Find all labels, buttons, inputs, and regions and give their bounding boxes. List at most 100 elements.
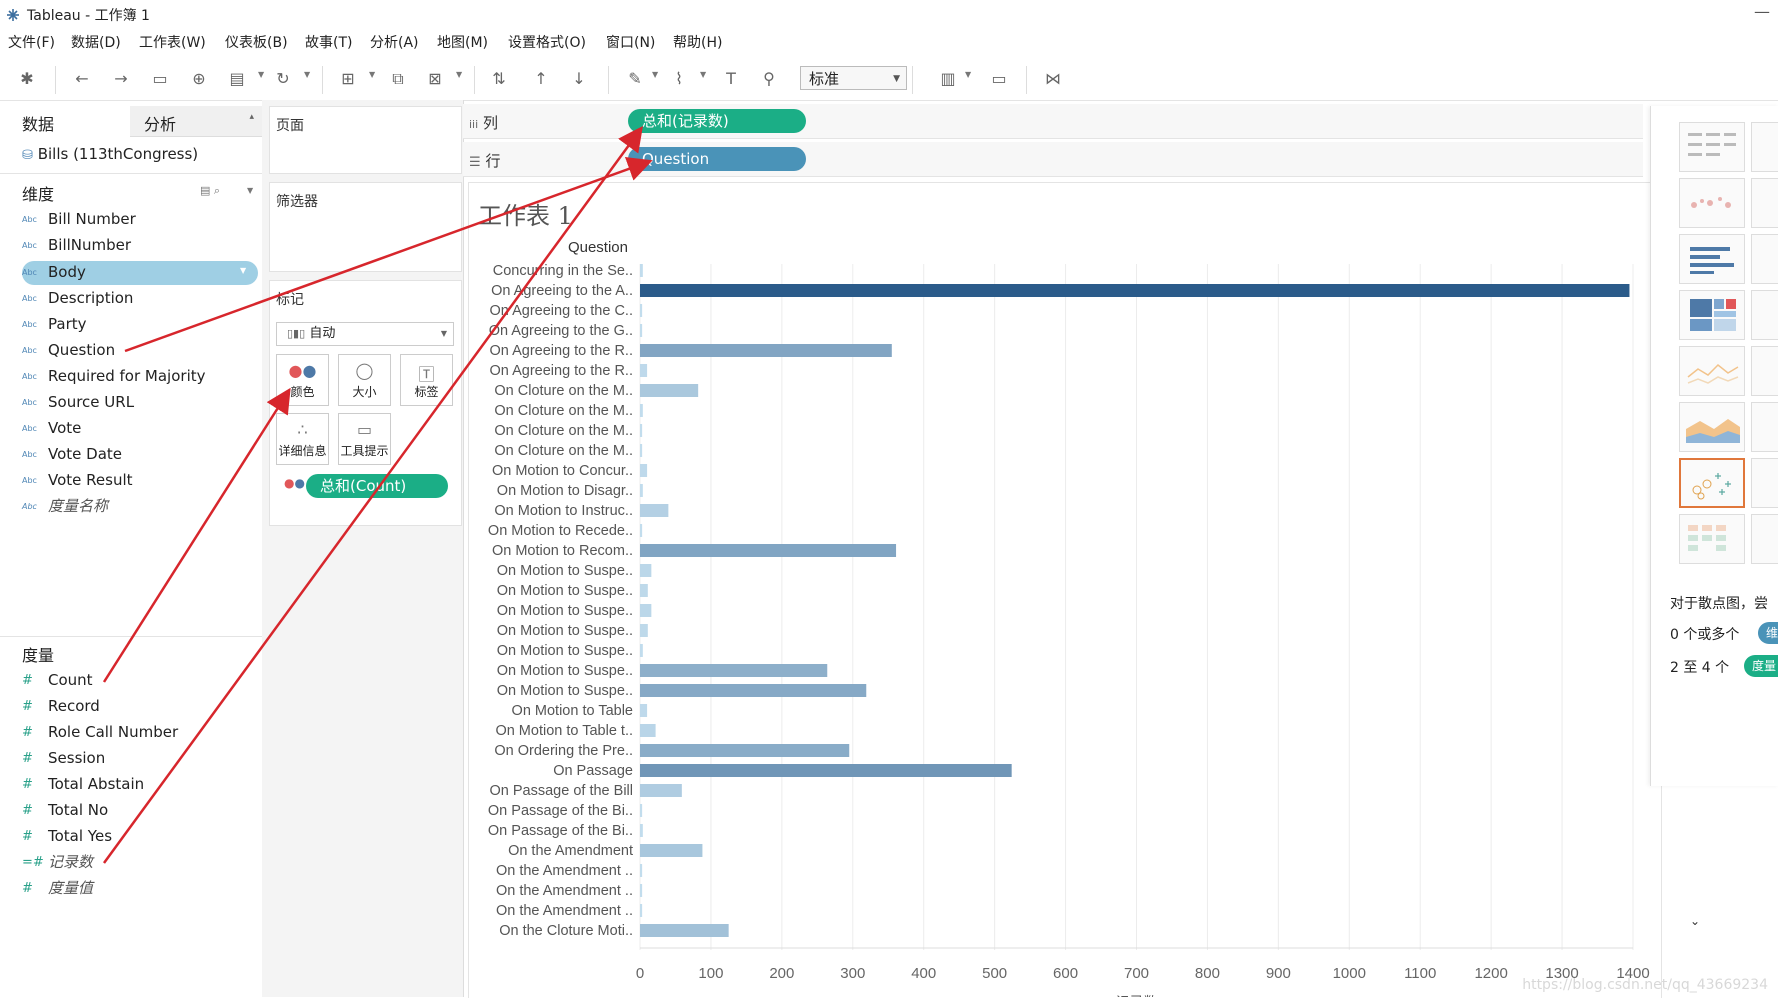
dimension-body[interactable]: Abc Body bbox=[22, 261, 86, 283]
chart-type-area[interactable] bbox=[1679, 402, 1745, 452]
menu-worksheet[interactable]: 工作表(W) bbox=[139, 32, 206, 52]
dimension-vote[interactable]: Abc Vote bbox=[22, 417, 81, 439]
menu-help[interactable]: 帮助(H) bbox=[673, 32, 722, 52]
size-button[interactable]: ◯ 大小 bbox=[338, 354, 391, 406]
tooltip-button[interactable]: ▭ 工具提示 bbox=[338, 413, 391, 465]
presentation-icon[interactable]: ▭ bbox=[988, 68, 1010, 90]
menu-dashboard[interactable]: 仪表板(B) bbox=[225, 32, 288, 52]
label-button[interactable]: 🅃 标签 bbox=[400, 354, 453, 406]
duplicate-icon[interactable]: ⧉ bbox=[387, 68, 409, 90]
dimension-bill-number[interactable]: Abc Bill Number bbox=[22, 208, 136, 230]
dimension-vote-date[interactable]: Abc Vote Date bbox=[22, 443, 122, 465]
new-datasource-icon[interactable]: ⊕ bbox=[188, 68, 210, 90]
chevron-down-icon[interactable]: ▼ bbox=[240, 266, 246, 275]
group-icon[interactable]: ⌇ bbox=[668, 68, 690, 90]
measure-total-no[interactable]: # Total No bbox=[22, 799, 108, 821]
show-labels-icon[interactable]: T bbox=[720, 68, 742, 90]
measure-total-abstain[interactable]: # Total Abstain bbox=[22, 773, 144, 795]
tableau-home-icon[interactable]: ✱ bbox=[16, 68, 38, 90]
chart-type-symbol-map[interactable] bbox=[1679, 178, 1745, 228]
database-icon: ⛁ bbox=[22, 148, 33, 163]
detail-button[interactable]: ∴ 详细信息 bbox=[276, 413, 329, 465]
chart-type-stacked-bars[interactable] bbox=[1751, 234, 1778, 284]
measures-header: 度量 bbox=[22, 646, 55, 665]
rows-pill[interactable]: Question bbox=[628, 147, 806, 171]
columns-pill[interactable]: 总和(记录数) bbox=[628, 109, 806, 133]
color-button[interactable]: ●● 颜色 bbox=[276, 354, 329, 406]
measure-record-count[interactable]: =# 记录数 bbox=[22, 851, 93, 873]
datasource-item[interactable]: ⛁ Bills (113thCongress) bbox=[22, 145, 198, 163]
pin-icon[interactable]: ⚲ bbox=[758, 68, 780, 90]
swap-icon[interactable]: ⇅ bbox=[488, 68, 510, 90]
chart-type-horizontal-bars[interactable] bbox=[1679, 234, 1745, 284]
measure-count[interactable]: # Count bbox=[22, 669, 93, 691]
menu-format[interactable]: 设置格式(O) bbox=[508, 32, 586, 52]
sheet-title: 工作表 1 bbox=[478, 202, 573, 230]
tab-analysis[interactable]: 分析 ▴ bbox=[130, 106, 262, 137]
highlight-icon[interactable]: ✎ bbox=[624, 68, 646, 90]
refresh-icon[interactable]: ↻ bbox=[272, 68, 294, 90]
x-tick-label: 800 bbox=[1195, 965, 1220, 982]
dimension-vote-result[interactable]: Abc Vote Result bbox=[22, 469, 133, 491]
measure-total-yes[interactable]: # Total Yes bbox=[22, 825, 112, 847]
menu-story[interactable]: 故事(T) bbox=[305, 32, 352, 52]
scroll-down-icon[interactable]: ⌄ bbox=[1690, 914, 1700, 928]
chart-type-histogram[interactable] bbox=[1751, 458, 1778, 508]
chevron-down-icon[interactable]: ▼ bbox=[247, 186, 253, 195]
menu-file[interactable]: 文件(F) bbox=[8, 32, 55, 52]
chart-type-dual-line[interactable] bbox=[1751, 346, 1778, 396]
mark-type-select[interactable]: ▯▮▯ 自动 ▼ bbox=[276, 322, 454, 346]
bar bbox=[640, 664, 828, 677]
chart-type-line[interactable] bbox=[1679, 346, 1745, 396]
menu-data[interactable]: 数据(D) bbox=[71, 32, 121, 52]
measure-role-call-number[interactable]: # Role Call Number bbox=[22, 721, 178, 743]
datasource-icon[interactable]: ▤ bbox=[226, 68, 248, 90]
show-cards-icon[interactable]: ▥ bbox=[937, 68, 959, 90]
chart-type-area-discrete[interactable] bbox=[1751, 402, 1778, 452]
bar bbox=[640, 544, 897, 557]
redo-icon[interactable]: → bbox=[110, 68, 132, 90]
dimension-description[interactable]: Abc Description bbox=[22, 287, 133, 309]
dimension-source-url[interactable]: Abc Source URL bbox=[22, 391, 134, 413]
hash-icon: # bbox=[22, 672, 33, 688]
chart-type-circle-view[interactable] bbox=[1751, 290, 1778, 340]
color-count-pill[interactable]: 总和(Count) bbox=[306, 474, 448, 498]
sort-descending-icon[interactable]: ↓ bbox=[568, 68, 590, 90]
dimension-party[interactable]: Abc Party bbox=[22, 313, 87, 335]
dimension-required-for-majority[interactable]: Abc Required for Majority bbox=[22, 365, 206, 387]
minimize-button[interactable]: — bbox=[1754, 2, 1770, 21]
chart-type-treemap[interactable] bbox=[1679, 290, 1745, 340]
measure-session[interactable]: # Session bbox=[22, 747, 105, 769]
category-label: On Cloture on the M.. bbox=[494, 383, 633, 399]
dimension-measure-names[interactable]: Abc 度量名称 bbox=[22, 495, 108, 517]
bar bbox=[640, 484, 643, 497]
clear-sheet-icon[interactable]: ⊠ bbox=[424, 68, 446, 90]
filters-card[interactable]: 筛选器 bbox=[269, 182, 462, 272]
undo-icon[interactable]: ← bbox=[71, 68, 93, 90]
dimension-billnumber[interactable]: Abc BillNumber bbox=[22, 234, 131, 256]
chart-type-filled-map[interactable] bbox=[1751, 178, 1778, 228]
menu-analysis[interactable]: 分析(A) bbox=[370, 32, 419, 52]
menu-window[interactable]: 窗口(N) bbox=[606, 32, 655, 52]
show-me-dimensions-row: 0 个或多个 bbox=[1670, 627, 1740, 643]
measure-record[interactable]: # Record bbox=[22, 695, 100, 717]
chart-type-highlight-table[interactable] bbox=[1679, 514, 1745, 564]
share-icon[interactable]: ⋈ bbox=[1042, 68, 1064, 90]
chart-type-gantt[interactable] bbox=[1751, 514, 1778, 564]
menu-map[interactable]: 地图(M) bbox=[437, 32, 488, 52]
sort-ascending-icon[interactable]: ↑ bbox=[530, 68, 552, 90]
save-icon[interactable]: ▭ bbox=[149, 68, 171, 90]
bar bbox=[640, 564, 652, 577]
chart-type-scatter[interactable] bbox=[1679, 458, 1745, 508]
dimension-question[interactable]: Abc Question bbox=[22, 339, 115, 361]
search-icon[interactable]: ▤ ⌕ bbox=[200, 184, 220, 198]
pages-card[interactable]: 页面 bbox=[269, 106, 462, 174]
show-me-dimension-pill: 维 bbox=[1758, 622, 1778, 644]
chart-type-heatmap[interactable] bbox=[1751, 122, 1778, 172]
fit-select[interactable]: 标准 ▼ bbox=[800, 66, 907, 90]
tab-data[interactable]: 数据 bbox=[0, 106, 130, 136]
measure-measure-values[interactable]: # 度量值 bbox=[22, 877, 93, 899]
bar bbox=[640, 884, 643, 897]
chart-type-text-table[interactable] bbox=[1679, 122, 1745, 172]
new-worksheet-icon[interactable]: ⊞ bbox=[337, 68, 359, 90]
